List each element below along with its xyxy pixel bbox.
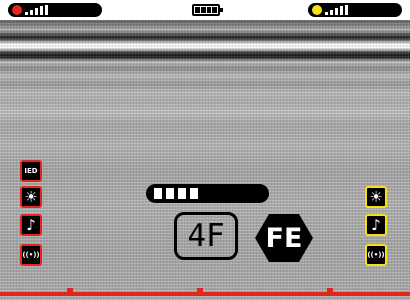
sound-glyph: ♪ — [26, 215, 36, 234]
depth-readout: 4F — [174, 212, 238, 260]
signal-segment — [154, 188, 162, 199]
brightness-icon-right[interactable]: ☀ — [365, 186, 387, 208]
brightness-glyph: ☀ — [24, 187, 38, 206]
left-channel-dot — [12, 5, 22, 15]
right-channel-dot — [312, 5, 322, 15]
mode-icon-label: IED — [24, 166, 38, 175]
left-channel-indicator — [8, 3, 102, 17]
battery-tip — [220, 8, 223, 12]
right-channel-indicator — [308, 3, 402, 17]
ground-baseline — [0, 292, 410, 296]
sound-icon[interactable]: ♪ — [20, 214, 42, 236]
signal-strength-bar — [146, 184, 269, 203]
radar-screen: IED ☀ ♪ ((•)) ☀ ♪ ((•)) 4F FE — [0, 0, 410, 300]
vibration-glyph: ((•)) — [22, 250, 40, 259]
status-bar — [0, 0, 410, 20]
material-value: FE — [265, 222, 303, 254]
signal-segment — [178, 188, 186, 199]
baseline-tick — [327, 288, 333, 296]
sound-icon-right[interactable]: ♪ — [365, 214, 387, 236]
vibration-icon[interactable]: ((•)) — [20, 244, 42, 266]
baseline-tick — [197, 288, 203, 296]
signal-segment — [190, 188, 198, 199]
mode-icon[interactable]: IED — [20, 160, 42, 182]
signal-segment — [166, 188, 174, 199]
left-channel-signal-bars — [25, 5, 48, 15]
brightness-icon[interactable]: ☀ — [20, 186, 42, 208]
battery-icon — [192, 4, 220, 16]
vibration-glyph-right: ((•)) — [367, 250, 385, 259]
baseline-tick — [67, 288, 73, 296]
depth-value: 4F — [187, 218, 225, 254]
brightness-glyph-right: ☀ — [369, 187, 383, 206]
sound-glyph-right: ♪ — [371, 215, 381, 234]
right-channel-signal-bars — [325, 5, 348, 15]
vibration-icon-right[interactable]: ((•)) — [365, 244, 387, 266]
